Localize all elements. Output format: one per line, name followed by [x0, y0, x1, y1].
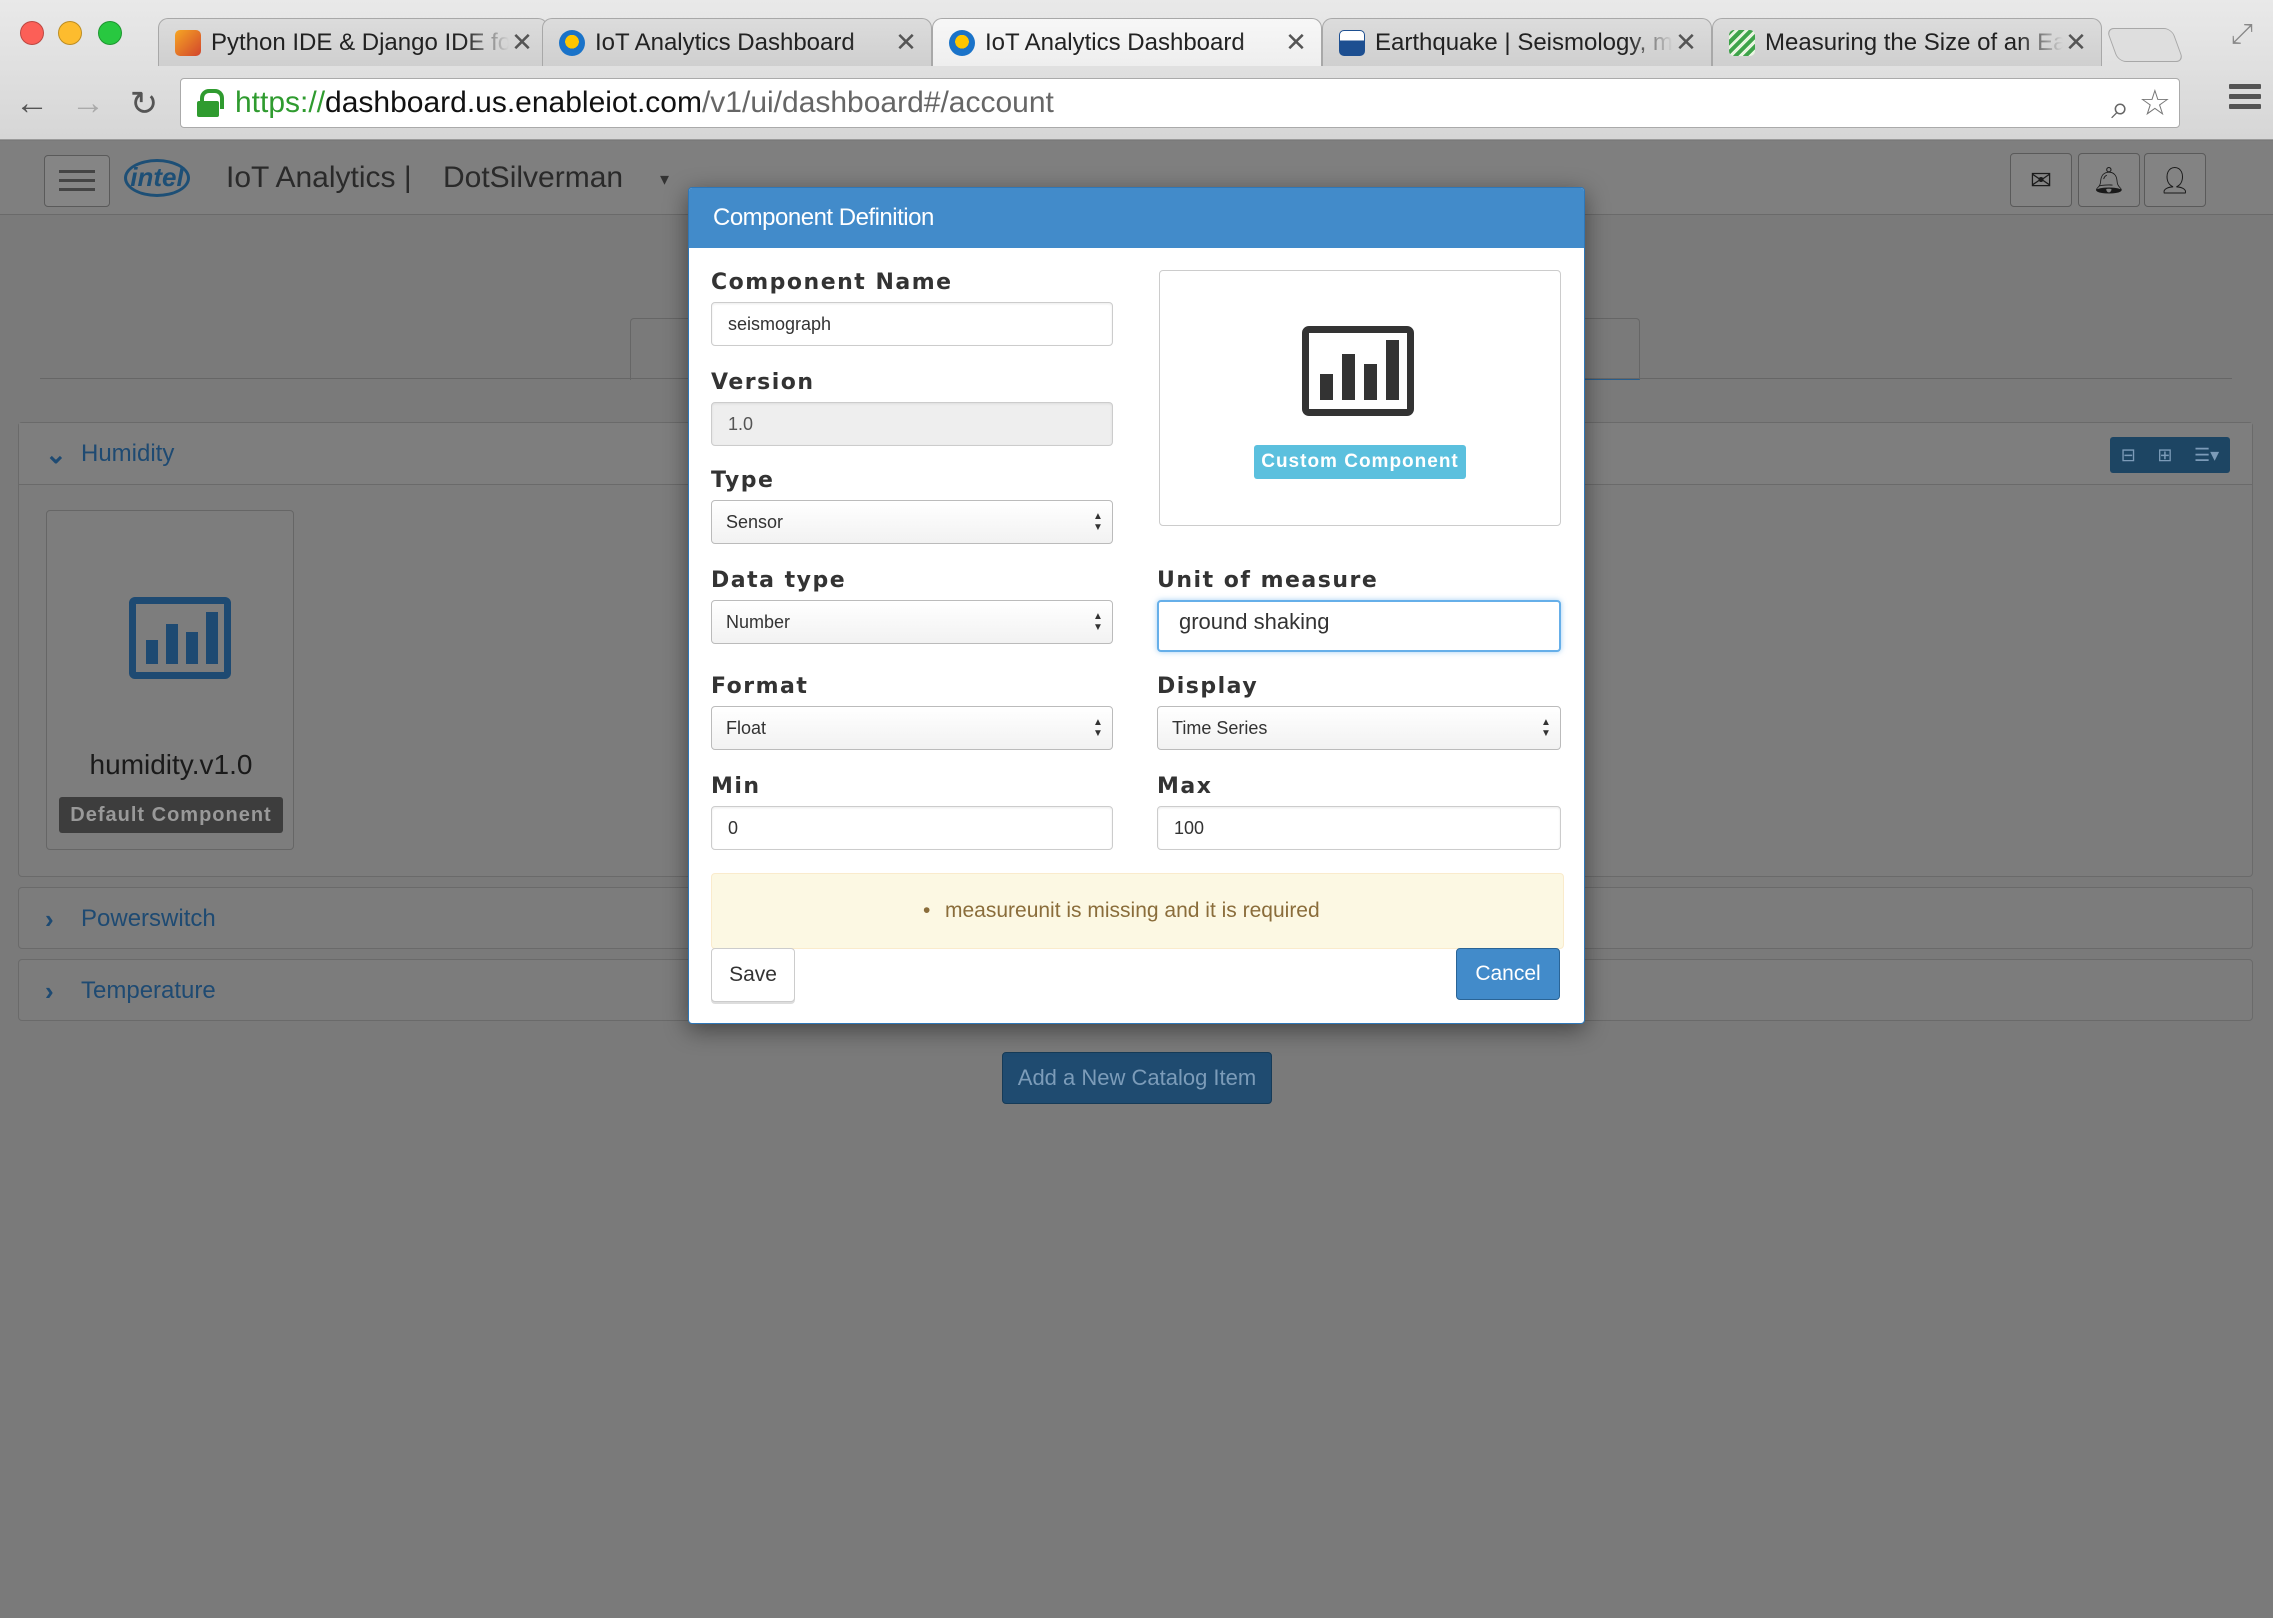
component-definition-modal: Component Definition Component Name seis… — [688, 187, 1585, 1024]
panel-title: Powerswitch — [81, 905, 216, 932]
select-arrows-icon: ▲ ▼ — [1541, 717, 1551, 739]
collapse-icon[interactable]: ⊟ — [2121, 424, 2136, 486]
bar-chart-icon — [1302, 326, 1414, 416]
window-minimize-button[interactable] — [58, 21, 82, 45]
window-maximize-button[interactable] — [98, 21, 122, 45]
browser-tab-earthquake[interactable]: Earthquake | Seismology, measurement ✕ — [1322, 18, 1712, 66]
usgs-icon — [1339, 29, 1365, 56]
custom-component-badge: Custom Component — [1254, 445, 1466, 479]
chevron-right-icon: › — [45, 976, 54, 1006]
mail-icon[interactable]: ✉ — [2010, 153, 2072, 207]
format-label: Format — [711, 674, 809, 699]
hamburger-menu-button[interactable] — [44, 155, 110, 207]
expand-icon[interactable]: ⊞ — [2157, 424, 2172, 486]
iot-icon — [559, 29, 585, 56]
address-bar[interactable]: https://dashboard.us.enableiot.com/v1/ui… — [180, 78, 2180, 128]
min-label: Min — [711, 774, 761, 799]
max-input[interactable]: 100 — [1157, 806, 1561, 850]
new-tab-button[interactable] — [2105, 28, 2185, 62]
browser-menu-icon[interactable] — [2229, 84, 2261, 114]
browser-chrome: Python IDE & Django IDE for Web develope… — [0, 0, 2273, 140]
list-view-icon[interactable]: ☰▾ — [2194, 424, 2219, 486]
select-arrows-icon: ▲ ▼ — [1093, 717, 1103, 739]
tab-strip: Python IDE & Django IDE for Web develope… — [150, 18, 2150, 66]
close-icon[interactable]: ✕ — [893, 27, 919, 58]
search-icon[interactable]: ⌕ — [2111, 83, 2129, 131]
tab-title: Measuring the Size of an Earthquake — [1765, 28, 2063, 56]
validation-alert: measureunit is missing and it is require… — [711, 873, 1564, 949]
version-input: 1.0 — [711, 402, 1113, 446]
account-name[interactable]: DotSilverman — [443, 161, 623, 195]
tab-title: Earthquake | Seismology, measurement — [1375, 28, 1673, 56]
unit-of-measure-input[interactable]: ground shaking — [1157, 600, 1561, 652]
back-arrow-icon[interactable]: ← — [12, 84, 52, 123]
format-select-value: Float — [726, 718, 767, 738]
max-label: Max — [1157, 774, 1213, 799]
page-tab-left-edge — [630, 318, 690, 380]
component-card-humidity[interactable]: humidity.v1.0 Default Component — [46, 510, 294, 850]
unit-of-measure-label: Unit of measure — [1157, 568, 1379, 593]
chevron-down-icon: ⌄ — [45, 439, 67, 469]
panel-title: Humidity — [81, 440, 175, 467]
browser-tab-iot-1[interactable]: IoT Analytics Dashboard ✕ — [542, 18, 932, 66]
tab-title: Python IDE & Django IDE for Web develope… — [211, 28, 509, 56]
display-label: Display — [1157, 674, 1259, 699]
bar-chart-icon — [129, 597, 231, 679]
intel-logo: intel — [124, 159, 190, 197]
modal-title: Component Definition — [689, 188, 1584, 248]
type-label: Type — [711, 468, 775, 493]
panel-title: Temperature — [81, 977, 216, 1004]
display-select-value: Time Series — [1172, 718, 1268, 738]
bookmark-star-icon[interactable]: ☆ — [2139, 79, 2171, 127]
url-scheme: https:// — [235, 86, 326, 119]
bell-icon[interactable]: 🔔︎ — [2078, 153, 2140, 207]
version-label: Version — [711, 370, 815, 395]
browser-tab-pycharm[interactable]: Python IDE & Django IDE for Web develope… — [158, 18, 548, 66]
type-select-value: Sensor — [726, 512, 784, 532]
chevron-right-icon: › — [45, 904, 54, 934]
tab-title: IoT Analytics Dashboard — [595, 28, 855, 56]
close-icon[interactable]: ✕ — [509, 27, 535, 58]
error-message: measureunit is missing and it is require… — [923, 899, 1320, 923]
reload-icon[interactable]: ↻ — [124, 84, 164, 124]
lock-icon — [197, 89, 224, 117]
select-arrows-icon: ▲ ▼ — [1093, 611, 1103, 633]
user-icon[interactable]: 👤︎ — [2144, 153, 2206, 207]
component-name-input[interactable]: seismograph — [711, 302, 1113, 346]
url-host: dashboard.us.enableiot.com — [325, 86, 702, 119]
data-type-label: Data type — [711, 568, 847, 593]
tab-title: IoT Analytics Dashboard — [985, 28, 1245, 56]
component-name-label: Component Name — [711, 270, 953, 295]
display-select[interactable]: Time Series ▲ ▼ — [1157, 706, 1561, 750]
panel-toolbar[interactable]: ⊟ ⊞ ☰▾ — [2110, 437, 2230, 473]
add-catalog-item-button[interactable]: Add a New Catalog Item — [1002, 1052, 1272, 1104]
select-arrows-icon: ▲ ▼ — [1093, 511, 1103, 533]
data-type-select-value: Number — [726, 612, 791, 632]
window-close-button[interactable] — [20, 21, 44, 45]
pycharm-icon — [175, 29, 201, 56]
format-select[interactable]: Float ▲ ▼ — [711, 706, 1113, 750]
close-icon[interactable]: ✕ — [1283, 27, 1309, 58]
fullscreen-icon[interactable]: ⤢ — [2231, 18, 2253, 51]
component-preview: Custom Component — [1159, 270, 1561, 526]
save-button[interactable]: Save — [711, 948, 795, 1002]
cancel-button[interactable]: Cancel — [1456, 948, 1560, 1000]
page-tab-right-edge — [1580, 318, 1640, 380]
iot-icon — [949, 29, 975, 56]
data-type-select[interactable]: Number ▲ ▼ — [711, 600, 1113, 644]
measure-icon — [1729, 29, 1755, 56]
close-icon[interactable]: ✕ — [1673, 27, 1699, 58]
min-input[interactable]: 0 — [711, 806, 1113, 850]
app-title: IoT Analytics | — [226, 161, 412, 194]
type-select[interactable]: Sensor ▲ ▼ — [711, 500, 1113, 544]
browser-tab-measuring[interactable]: Measuring the Size of an Earthquake ✕ — [1712, 18, 2102, 66]
caret-down-icon[interactable]: ▾ — [660, 169, 669, 190]
card-name: humidity.v1.0 — [89, 749, 253, 780]
close-icon[interactable]: ✕ — [2063, 27, 2089, 58]
default-component-badge: Default Component — [59, 797, 283, 833]
forward-arrow-icon[interactable]: → — [68, 84, 108, 123]
url-path: /v1/ui/dashboard#/account — [701, 86, 1054, 119]
browser-tab-iot-active[interactable]: IoT Analytics Dashboard ✕ — [932, 18, 1322, 66]
